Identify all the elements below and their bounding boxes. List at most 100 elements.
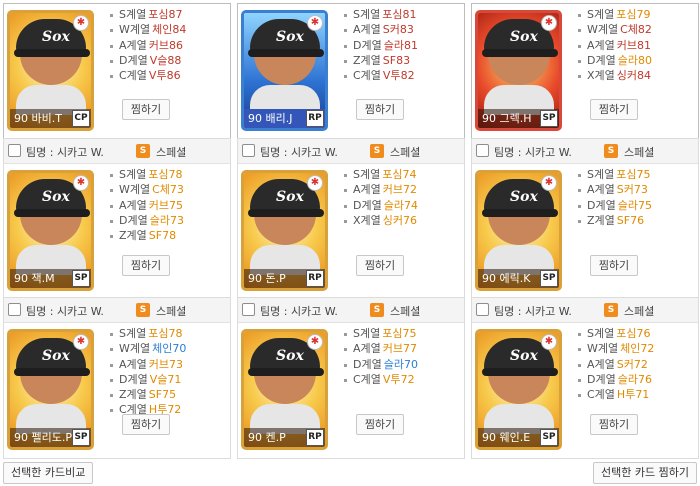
stat-item: C계열 V투86 xyxy=(110,68,186,83)
stat-item: S계열 포심78 xyxy=(110,326,186,341)
stat-category: D계열 xyxy=(119,372,148,386)
player-card-image[interactable]: Sox ✱ 90 웨인.E SP xyxy=(475,329,562,450)
team-logo-icon: Sox xyxy=(42,29,70,45)
cap-brim-graphic xyxy=(14,368,90,376)
stat-category: A계열 xyxy=(119,357,147,371)
stat-value: 포심81 xyxy=(382,8,417,21)
zzim-button[interactable]: 찜하기 xyxy=(590,99,638,120)
player-card-image[interactable]: Sox ✱ 90 바비.T CP xyxy=(7,10,94,131)
zzim-selected-button[interactable]: 선택한 카드 찜하기 xyxy=(593,462,697,484)
stat-item: A계열 S커83 xyxy=(344,22,418,37)
team-logo-icon: Sox xyxy=(276,348,304,364)
stat-item: D계열 슬라73 xyxy=(110,213,184,228)
position-badge: SP xyxy=(540,270,558,287)
stat-category: C계열 xyxy=(587,388,615,402)
select-checkbox[interactable] xyxy=(8,144,21,157)
stat-item: Z계열 SF76 xyxy=(578,213,652,228)
stat-item: S계열 포심75 xyxy=(344,326,418,341)
stat-value: 슬라76 xyxy=(617,372,652,386)
stat-category: S계열 xyxy=(353,8,381,21)
select-checkbox[interactable] xyxy=(8,303,21,316)
player-card-image[interactable]: Sox ✱ 90 그렉.H SP xyxy=(475,10,562,131)
team-label: 팀명 : 시카고 W. xyxy=(494,146,572,159)
player-card-cell: 팀명 : 시카고 W. S 스페셜 Sox ✱ 90 켄.P RP S계열 포심75 A계열 커브7… xyxy=(237,297,465,459)
pitch-stats-list: S계열 포심79 W계열 C체82 A계열 커브81 D계열 슬라80 X계열 싱커84 xyxy=(578,7,652,83)
stat-category: D계열 xyxy=(587,53,616,67)
grade-emblem-icon: ✱ xyxy=(541,175,557,191)
stat-item: S계열 포심78 xyxy=(110,167,184,182)
stat-item: D계열 슬라75 xyxy=(578,198,652,213)
card-body: Sox ✱ 90 켄.P RP S계열 포심75 A계열 커브77 D계열 슬라70 C계열 V투72… xyxy=(238,323,464,458)
compare-selected-button[interactable]: 선택한 카드비교 xyxy=(3,462,94,484)
stat-value: 포심79 xyxy=(616,8,651,21)
zzim-button[interactable]: 찜하기 xyxy=(590,414,638,435)
zzim-button[interactable]: 찜하기 xyxy=(122,414,170,435)
stat-value: S커73 xyxy=(616,183,648,197)
cap-brim-graphic xyxy=(248,209,324,217)
position-badge: RP xyxy=(306,270,324,287)
player-card-image[interactable]: Sox ✱ 90 켄.P RP xyxy=(241,329,328,450)
select-checkbox[interactable] xyxy=(242,303,255,316)
stat-item: D계열 슬라81 xyxy=(344,38,418,53)
select-checkbox[interactable] xyxy=(476,303,489,316)
player-card-image[interactable]: Sox ✱ 90 펠리도.P SP xyxy=(7,329,94,450)
zzim-button[interactable]: 찜하기 xyxy=(356,99,404,120)
position-badge: SP xyxy=(72,429,90,446)
stat-item: Z계열 SF75 xyxy=(110,387,186,402)
zzim-button[interactable]: 찜하기 xyxy=(356,255,404,276)
select-checkbox[interactable] xyxy=(242,144,255,157)
stat-item: A계열 S커72 xyxy=(578,357,654,372)
zzim-button[interactable]: 찜하기 xyxy=(356,414,404,435)
stat-category: Z계열 xyxy=(119,229,147,243)
zzim-button[interactable]: 찜하기 xyxy=(590,255,638,276)
player-card-image[interactable]: Sox ✱ 90 에릭.K SP xyxy=(475,170,562,291)
card-header: 팀명 : 시카고 W. S 스페셜 xyxy=(472,298,698,323)
player-card-cell: 팀명 : 시카고 W. S 스페셜 Sox ✱ 90 돈.P RP S계열 포심74 A계열 커브7… xyxy=(237,138,465,300)
grade-emblem-icon: ✱ xyxy=(541,15,557,31)
stat-value: H투71 xyxy=(616,388,650,402)
position-badge: SP xyxy=(72,270,90,287)
stat-item: C계열 H투71 xyxy=(578,387,654,402)
player-card-image[interactable]: Sox ✱ 90 잭.M SP xyxy=(7,170,94,291)
stat-value: V투86 xyxy=(148,69,181,83)
card-header: 팀명 : 시카고 W. S 스페셜 xyxy=(238,139,464,164)
stat-value: 포심78 xyxy=(148,168,183,181)
stat-item: A계열 S커73 xyxy=(578,182,652,197)
position-badge: RP xyxy=(306,110,324,127)
select-checkbox[interactable] xyxy=(476,144,489,157)
player-card-image[interactable]: Sox ✱ 90 배리.J RP xyxy=(241,10,328,131)
card-header: 팀명 : 시카고 W. S 스페셜 xyxy=(472,139,698,164)
player-card-image[interactable]: Sox ✱ 90 돈.P RP xyxy=(241,170,328,291)
stat-category: S계열 xyxy=(119,327,147,340)
stat-category: D계열 xyxy=(119,213,148,227)
card-body: Sox ✱ 90 에릭.K SP S계열 포심75 A계열 S커73 D계열 슬라75 Z계열 SF7… xyxy=(472,164,698,299)
stat-category: S계열 xyxy=(353,327,381,340)
team-logo-icon: Sox xyxy=(510,29,538,45)
card-header: 팀명 : 시카고 W. S 스페셜 xyxy=(4,139,230,164)
position-badge: CP xyxy=(72,110,90,127)
team-label: 팀명 : 시카고 W. xyxy=(26,305,104,318)
cap-brim-graphic xyxy=(482,49,558,57)
stat-category: A계열 xyxy=(587,38,615,52)
stat-item: W계열 체인72 xyxy=(578,341,654,356)
zzim-button[interactable]: 찜하기 xyxy=(122,99,170,120)
stat-value: SF75 xyxy=(148,388,177,402)
stat-value: 커브75 xyxy=(148,198,184,212)
stat-value: V슬88 xyxy=(149,53,182,67)
position-badge: RP xyxy=(306,429,324,446)
special-label: 스페셜 xyxy=(156,146,187,159)
stat-value: 포심78 xyxy=(148,327,183,340)
zzim-button[interactable]: 찜하기 xyxy=(122,255,170,276)
stat-item: S계열 포심76 xyxy=(578,326,654,341)
stat-category: Z계열 xyxy=(119,388,147,402)
card-body: Sox ✱ 90 그렉.H SP S계열 포심79 W계열 C체82 A계열 커브81 D계열 슬라8… xyxy=(472,4,698,139)
team-label: 팀명 : 시카고 W. xyxy=(260,305,338,318)
stat-value: 커브77 xyxy=(382,342,418,356)
position-badge: SP xyxy=(540,429,558,446)
stat-category: X계열 xyxy=(587,69,615,83)
stat-category: Z계열 xyxy=(353,53,381,67)
stat-value: 슬라80 xyxy=(617,53,652,67)
card-header: 팀명 : 시카고 W. S 스페셜 xyxy=(238,298,464,323)
pitch-stats-list: S계열 포심75 A계열 S커73 D계열 슬라75 Z계열 SF76 xyxy=(578,167,652,228)
stat-item: S계열 포심74 xyxy=(344,167,418,182)
